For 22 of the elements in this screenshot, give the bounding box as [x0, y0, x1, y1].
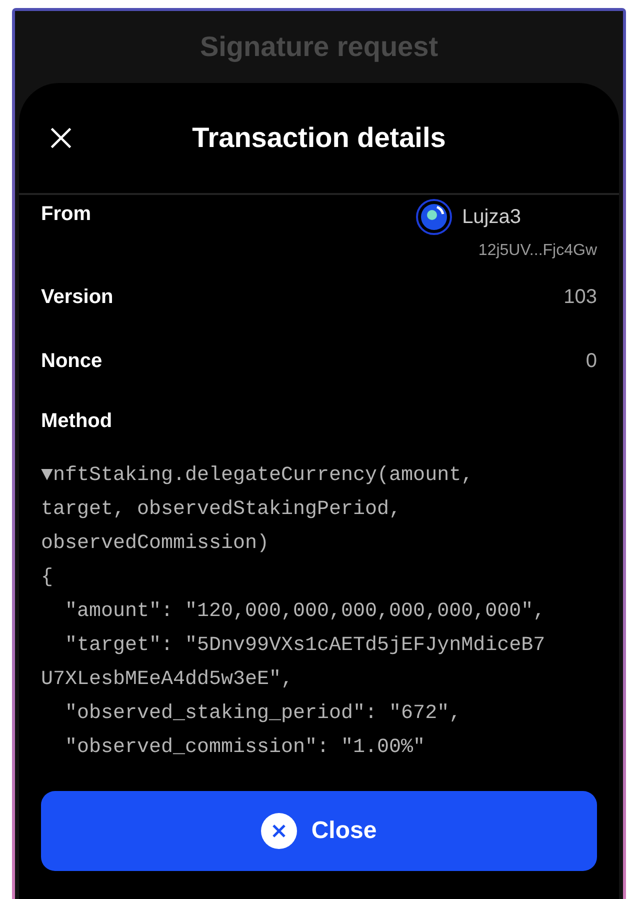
code-line: "observed_staking_period": "672", [64, 701, 462, 727]
code-line: { [41, 565, 54, 591]
code-line: "amount": "120,000,000,000,000,000,000", [64, 599, 546, 625]
code-line: ▼nftStaking.delegateCurrency(amount, [41, 463, 474, 489]
close-button[interactable]: Close [41, 791, 597, 871]
code-line: target, observedStakingPeriod, [41, 497, 402, 523]
field-label: Method [41, 409, 112, 434]
background-title: Signature request [200, 30, 438, 64]
code-line: "target": "5Dnv99VXs1cAETd5jEFJynMdiceB7 [64, 633, 546, 659]
field-value: 103 [564, 285, 597, 310]
sheet-title: Transaction details [191, 121, 447, 155]
account-name: Lujza3 [462, 205, 521, 230]
code-line: "observed_commission": "1.00%" [64, 735, 426, 761]
field-label: Version [41, 285, 114, 310]
account-avatar-icon [416, 199, 452, 235]
code-line: U7XLesbMEeA4dd5w3eE", [41, 667, 294, 693]
code-line: observedCommission) [41, 531, 270, 557]
field-label: Nonce [41, 349, 102, 374]
account-address: 12j5UV...Fjc4Gw [478, 241, 597, 261]
field-value: 0 [586, 349, 597, 374]
close-circle-icon [261, 813, 298, 849]
field-label: From [41, 202, 91, 227]
